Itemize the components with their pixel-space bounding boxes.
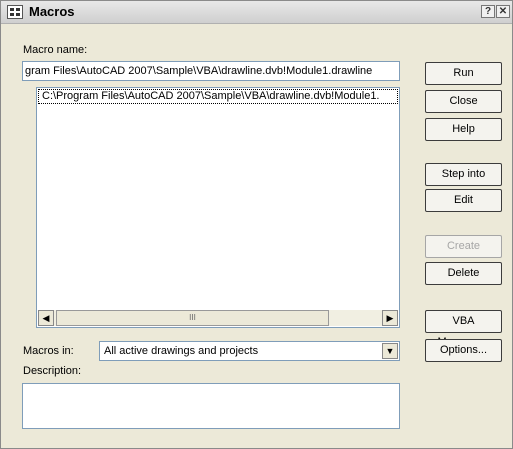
dialog-title: Macros (29, 4, 75, 19)
scroll-right-icon[interactable]: ▶ (382, 310, 398, 326)
help-button[interactable]: Help (425, 118, 502, 141)
delete-button[interactable]: Delete (425, 262, 502, 285)
description-field[interactable] (22, 383, 400, 429)
close-button[interactable]: Close (425, 90, 502, 113)
description-label: Description: (23, 365, 82, 377)
vba-manager-button[interactable]: VBA Manager... (425, 310, 502, 348)
macros-app-icon (7, 5, 23, 19)
macros-in-select[interactable]: All active drawings and projects ▼ (99, 341, 400, 361)
chevron-down-icon[interactable]: ▼ (382, 343, 398, 359)
step-into-button[interactable]: Step into (425, 163, 502, 186)
horizontal-scrollbar[interactable]: ◀ III ▶ (38, 310, 398, 326)
macro-list[interactable]: C:\Program Files\AutoCAD 2007\Sample\VBA… (36, 87, 400, 328)
macros-in-label: Macros in: (23, 345, 74, 357)
scroll-thumb[interactable]: III (56, 310, 329, 326)
run-button[interactable]: Run (425, 62, 502, 85)
close-icon[interactable]: ✕ (496, 5, 510, 18)
scroll-left-icon[interactable]: ◀ (38, 310, 54, 326)
create-button: Create (425, 235, 502, 258)
macros-in-value: All active drawings and projects (104, 345, 259, 357)
macro-name-label: Macro name: (23, 44, 88, 56)
macro-name-input[interactable]: gram Files\AutoCAD 2007\Sample\VBA\drawl… (22, 61, 400, 81)
title-bar[interactable]: Macros ? ✕ (1, 1, 512, 24)
macro-name-value: gram Files\AutoCAD 2007\Sample\VBA\drawl… (25, 65, 373, 77)
options-button[interactable]: Options... (425, 339, 502, 362)
edit-button[interactable]: Edit (425, 189, 502, 212)
list-item[interactable]: C:\Program Files\AutoCAD 2007\Sample\VBA… (38, 89, 398, 104)
macros-dialog: Macros ? ✕ Macro name: gram Files\AutoCA… (0, 0, 513, 449)
help-icon[interactable]: ? (481, 5, 495, 18)
